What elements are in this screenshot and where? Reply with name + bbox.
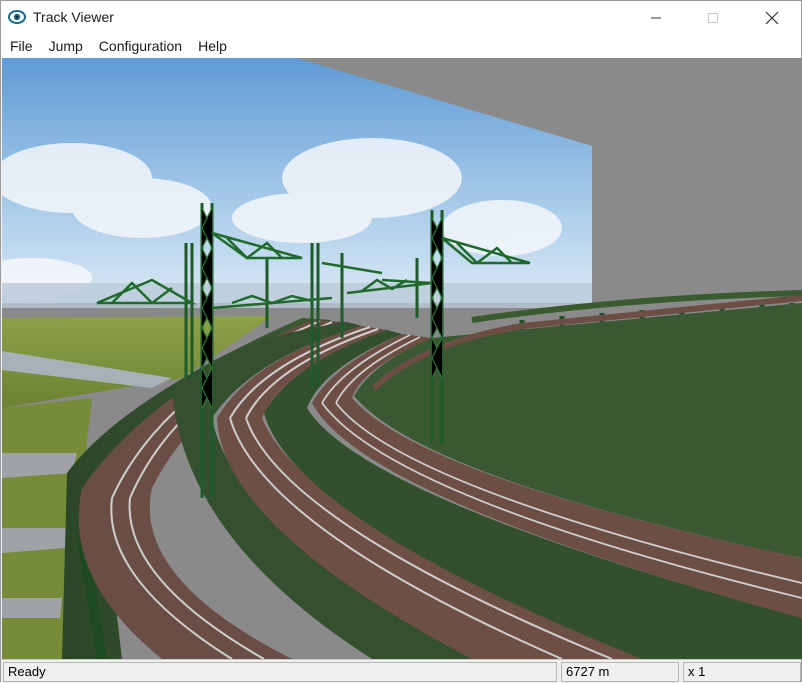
title-bar[interactable]: Track Viewer	[1, 1, 801, 34]
window-title: Track Viewer	[33, 9, 114, 25]
eye-icon	[7, 8, 27, 26]
menu-help[interactable]: Help	[190, 34, 235, 58]
minimize-icon	[651, 17, 661, 18]
status-zoom: x 1	[683, 662, 801, 682]
minimize-button[interactable]	[633, 1, 679, 34]
close-icon	[765, 11, 779, 24]
close-button[interactable]	[749, 1, 795, 34]
3d-track-viewport[interactable]	[2, 58, 802, 659]
menu-file[interactable]: File	[1, 34, 41, 58]
horizon-haze	[2, 283, 592, 308]
track-viewer-window: Track Viewer File Jump Configuration Hel…	[0, 0, 802, 683]
menu-bar: File Jump Configuration Help	[1, 34, 801, 58]
maximize-button[interactable]	[690, 1, 736, 34]
maximize-icon	[708, 12, 718, 23]
road-left-4	[2, 598, 62, 618]
status-distance: 6727 m	[561, 662, 679, 682]
menu-configuration[interactable]: Configuration	[91, 34, 190, 58]
status-message: Ready	[3, 662, 557, 682]
status-bar: Ready 6727 m x 1	[1, 659, 801, 683]
menu-jump[interactable]: Jump	[41, 34, 91, 58]
